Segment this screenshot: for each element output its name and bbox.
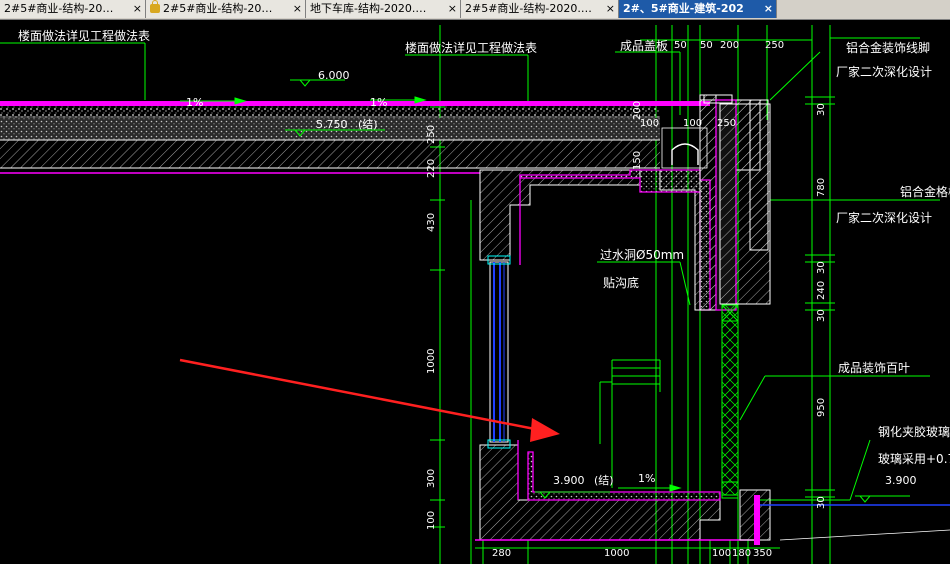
right-hatched-bands	[760, 504, 950, 541]
dim-right-780: 780	[816, 178, 827, 197]
dim-bottom-280: 280	[492, 548, 511, 559]
elevation-right: 3.900	[885, 474, 917, 487]
dim-inner-200v: 200	[632, 101, 643, 120]
tab-structure-1[interactable]: 2#5#商业-结构-20… ×	[0, 0, 146, 18]
tab-label: 2#、5#商业-建筑-202	[623, 2, 744, 15]
close-icon[interactable]: ×	[606, 0, 615, 18]
dim-right-30c: 30	[816, 309, 827, 322]
dim-left-430: 430	[426, 213, 437, 232]
tab-label: 2#5#商业-结构-20…	[163, 2, 273, 15]
note-aluminum-trim: 铝合金装饰线脚	[846, 40, 930, 55]
tab-structure-3[interactable]: 2#5#商业-结构-2020.… ×	[461, 0, 619, 18]
elevation-trench: 3.900	[553, 474, 585, 487]
note-aluminum-louver: 铝合金格栅	[900, 184, 950, 199]
close-icon[interactable]: ×	[764, 0, 773, 18]
dim-left-1000: 1000	[426, 349, 437, 374]
dim-right-950: 950	[816, 398, 827, 417]
note-floor-left: 楼面做法详见工程做法表	[18, 28, 150, 43]
document-tab-bar: 2#5#商业-结构-20… × 2#5#商业-结构-20… × 地下车库-结构-…	[0, 0, 950, 20]
dim-left-220: 220	[426, 159, 437, 178]
window-frame	[487, 255, 511, 449]
dim-left-250: 250	[426, 125, 437, 144]
louver-column	[721, 304, 739, 499]
red-annotation-arrow	[179, 358, 560, 442]
dim-right-30d: 30	[816, 496, 827, 509]
dim-bottom-180: 180	[732, 548, 751, 559]
elevation-slab-suffix: (结)	[358, 118, 378, 131]
dim-right-30a: 30	[816, 103, 827, 116]
slope-mid: 1%	[370, 96, 387, 109]
note-cover-plate: 成品盖板	[620, 39, 668, 53]
note-overflow-hole: 过水洞Ø50mm	[600, 248, 684, 262]
dim-top-250: 250	[765, 40, 784, 51]
slope-trench: 1%	[638, 472, 655, 485]
note-vendor-design-2: 厂家二次深化设计	[836, 210, 932, 225]
note-trench-bottom: 贴沟底	[603, 275, 639, 290]
dim-left-100: 100	[426, 511, 437, 530]
close-icon[interactable]: ×	[133, 0, 142, 18]
close-icon[interactable]: ×	[448, 0, 457, 18]
lock-icon	[150, 0, 160, 13]
dim-bottom-100: 100	[712, 548, 731, 559]
tab-structure-2[interactable]: 2#5#商业-结构-20… ×	[146, 0, 306, 18]
dim-right-240: 240	[816, 281, 827, 300]
note-floor-right: 楼面做法详见工程做法表	[405, 40, 537, 55]
dim-left-300: 300	[426, 469, 437, 488]
dim-bottom-1000: 1000	[604, 548, 629, 559]
elevation-top: 6.000	[318, 69, 350, 82]
tab-garage-structure[interactable]: 地下车库-结构-2020.… ×	[306, 0, 461, 18]
dim-inner-100b: 100	[683, 118, 702, 129]
tab-label: 地下车库-结构-2020.…	[310, 2, 427, 15]
cad-drawing-canvas[interactable]: 楼面做法详见工程做法表 楼面做法详见工程做法表 成品盖板 铝合金装饰线脚 厂家二…	[0, 19, 950, 564]
close-icon[interactable]: ×	[293, 0, 302, 18]
roof-slab	[0, 101, 710, 174]
tab-architecture-active[interactable]: 2#、5#商业-建筑-202 ×	[619, 0, 777, 18]
tab-label: 2#5#商业-结构-2020.…	[465, 2, 592, 15]
dim-bottom-350: 350	[753, 548, 772, 559]
dim-inner-150: 150	[632, 151, 643, 170]
note-glass-1: 钢化夹胶玻璃栏	[878, 424, 950, 439]
note-vendor-design-1: 厂家二次深化设计	[836, 64, 932, 79]
tab-label: 2#5#商业-结构-20…	[4, 2, 114, 15]
dim-right-30b: 30	[816, 261, 827, 274]
dim-inner-250: 250	[717, 118, 736, 129]
elevation-slab: 5.750	[316, 118, 348, 131]
note-glass-2: 玻璃采用+0.76P	[878, 452, 950, 466]
dim-top-200: 200	[720, 40, 739, 51]
dim-top-50a: 50	[674, 40, 687, 51]
dim-top-50b: 50	[700, 40, 713, 51]
note-louver: 成品装饰百叶	[838, 361, 910, 375]
slope-left: 1%	[186, 96, 203, 109]
elevation-trench-suffix: (结)	[594, 474, 614, 487]
